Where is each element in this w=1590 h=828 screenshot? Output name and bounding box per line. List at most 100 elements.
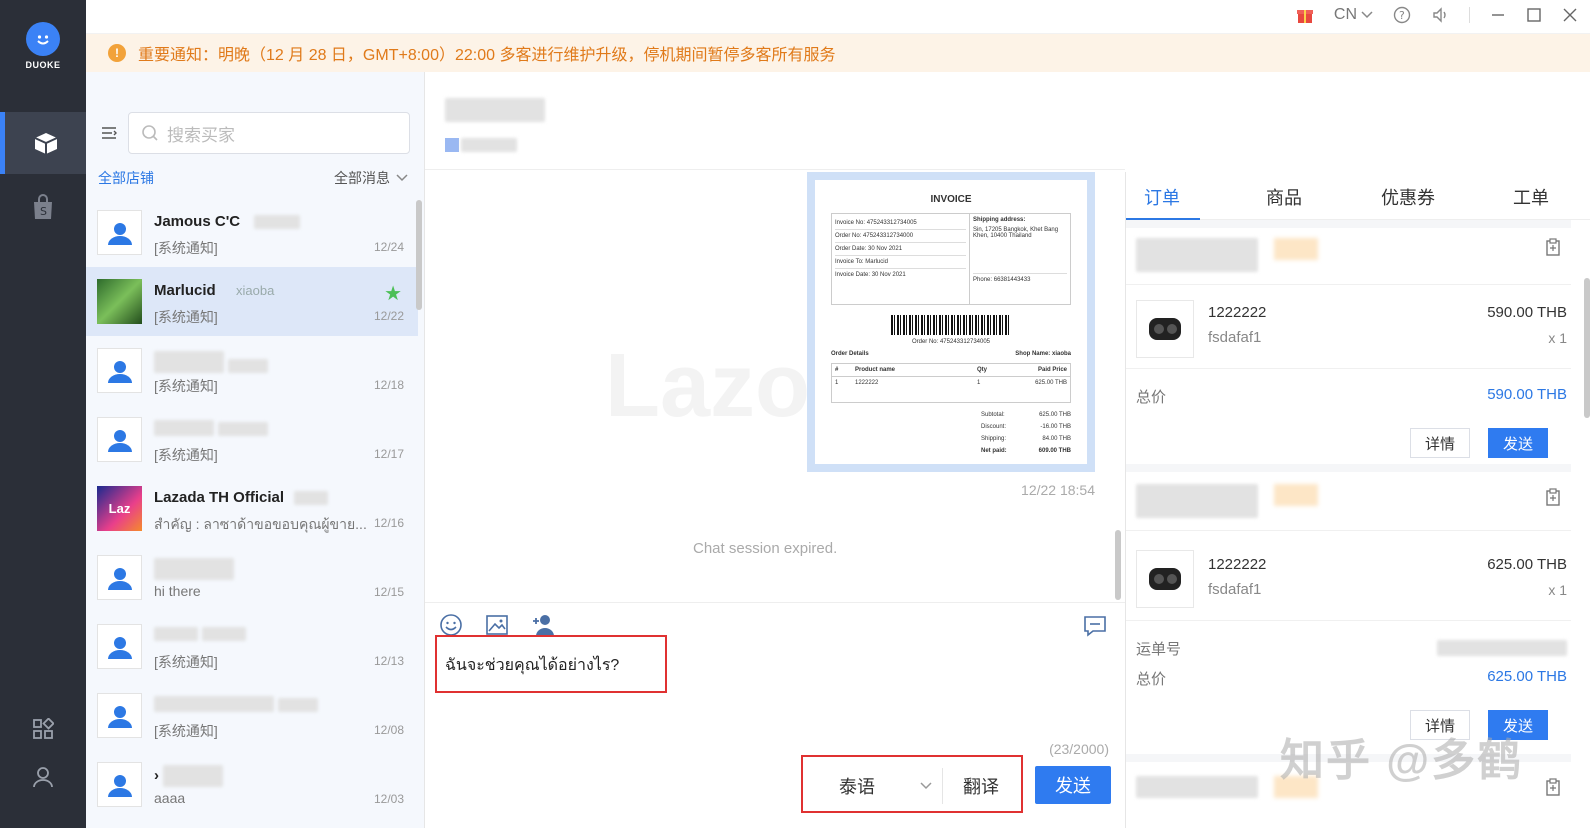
app-logo: DUOKE: [22, 22, 64, 70]
product-name: fsdafaf1: [1208, 581, 1262, 598]
order-send-button[interactable]: 发送: [1488, 428, 1548, 458]
add-contact-icon[interactable]: [531, 613, 557, 637]
store-filter[interactable]: 全部店铺: [98, 168, 154, 188]
send-message-button[interactable]: 发送: [1035, 766, 1111, 804]
conversation-row[interactable]: [系统通知] 12/18: [86, 336, 418, 405]
copy-icon[interactable]: [1545, 238, 1561, 256]
total-label: 总价: [1136, 389, 1167, 406]
avatar: [97, 417, 142, 462]
tab-orders[interactable]: 订单: [1144, 184, 1180, 210]
conversation-row[interactable]: hi there 12/15: [86, 543, 418, 612]
buyer-name: ›: [154, 765, 224, 787]
message-input[interactable]: ฉันจะช่วยคุณได้อย่างไร?: [435, 635, 667, 693]
star-icon[interactable]: ★: [384, 281, 402, 306]
search-placeholder: 搜索买家: [167, 125, 235, 145]
conversation-row[interactable]: Laz Lazada TH Official สำคัญ : ลาซาด้าขอ…: [86, 474, 418, 543]
order-detail-button[interactable]: 详情: [1410, 428, 1470, 458]
message-preview: [系统通知]: [154, 378, 218, 394]
default-user-icon: [107, 360, 132, 383]
conversation-row[interactable]: Marlucid xiaoba ★ [系统通知] 12/22: [86, 267, 418, 336]
total-value: 625.00 THB: [1487, 668, 1567, 685]
buyer-name: Marlucid: [154, 282, 216, 299]
image-icon[interactable]: [485, 613, 509, 637]
message-date: 12/22: [373, 309, 404, 323]
default-user-icon: [107, 429, 132, 452]
chevron-down-icon: [396, 174, 408, 182]
logo-text: DUOKE: [25, 60, 61, 70]
message-date: 12/16: [373, 516, 404, 530]
order-scrollbar[interactable]: [1584, 278, 1590, 418]
message-date: 12/15: [373, 585, 404, 599]
avatar: [97, 555, 142, 600]
avatar: [97, 279, 142, 324]
product-qty: x 1: [1548, 582, 1567, 598]
help-icon[interactable]: ?: [1393, 6, 1411, 24]
rail-chat[interactable]: [0, 112, 86, 174]
chevron-down-icon: [1361, 11, 1373, 19]
sound-icon[interactable]: [1431, 6, 1449, 24]
quick-reply-icon[interactable]: [1083, 615, 1107, 637]
svg-text:S: S: [40, 205, 47, 218]
message-preview: [系统通知]: [154, 447, 218, 463]
product-name: fsdafaf1: [1208, 329, 1262, 346]
order-tabs: 订单 商品 优惠券 工单: [1126, 172, 1590, 220]
maximize-icon[interactable]: [1526, 7, 1542, 23]
conversation-scrollbar[interactable]: [416, 200, 422, 310]
message-date: 12/08: [373, 723, 404, 737]
conversation-row[interactable]: › aaaa 12/03: [86, 750, 418, 819]
product-thumbnail: [1136, 300, 1194, 358]
chat-scrollbar[interactable]: [1115, 530, 1121, 600]
conversation-row[interactable]: [系统通知] 12/17: [86, 405, 418, 474]
avatar: [97, 693, 142, 738]
message-preview: hi there: [154, 583, 201, 599]
language-value: 泰语: [839, 777, 875, 797]
message-date: 12/24: [373, 240, 404, 254]
barcode: [891, 315, 1011, 335]
buyer-search-input[interactable]: 搜索买家: [128, 112, 410, 154]
gift-icon[interactable]: [1296, 6, 1314, 24]
conversation-row[interactable]: Jamous C'C [系统通知] 12/24: [86, 198, 418, 267]
apps-grid-icon: [33, 718, 54, 739]
tab-products[interactable]: 商品: [1266, 184, 1302, 210]
avatar: [97, 348, 142, 393]
rail-profile[interactable]: [0, 746, 86, 808]
invoice-image-message[interactable]: INVOICE Invoice No: 475243312734005 Orde…: [807, 172, 1095, 472]
product-qty: x 1: [1548, 330, 1567, 346]
product-price: 590.00 THB: [1487, 304, 1567, 321]
product-id: 1222222: [1208, 304, 1267, 321]
copy-icon[interactable]: [1545, 488, 1561, 506]
message-composer: ฉันจะช่วยคุณได้อย่างไร? (23/2000) 泰语 翻译 …: [425, 602, 1125, 828]
message-date: 12/17: [373, 447, 404, 461]
product-price: 625.00 THB: [1487, 556, 1567, 573]
logo-icon: [26, 22, 60, 56]
minimize-icon[interactable]: [1490, 7, 1506, 23]
tab-coupons[interactable]: 优惠券: [1381, 184, 1435, 210]
message-preview: สำคัญ : ลาซาด้าขอขอบคุณผู้ขาย...: [154, 516, 367, 532]
earbuds-image: [1149, 318, 1181, 340]
conversation-panel: 搜索买家 全部店铺 全部消息 Jamous C'C [系统通知] 12/24 M…: [86, 72, 425, 828]
session-expired-text: Chat session expired.: [693, 540, 838, 557]
invoice-items-table: # Product name Qty Paid Price 1 1222222 1 625.…: [831, 363, 1071, 403]
message-date: 12/13: [373, 654, 404, 668]
message-filter[interactable]: 全部消息: [334, 168, 408, 188]
tab-tickets[interactable]: 工单: [1513, 184, 1549, 210]
target-language-select[interactable]: 泰语: [825, 768, 943, 804]
buyer-name-blurred: [154, 351, 269, 377]
rail-shop[interactable]: S: [0, 176, 86, 238]
chat-box-icon: [34, 133, 57, 154]
copy-icon[interactable]: [1545, 778, 1561, 796]
message-preview: [系统通知]: [154, 309, 218, 325]
language-switch[interactable]: CN: [1334, 6, 1373, 24]
translate-button[interactable]: 翻译: [943, 768, 1019, 804]
menu-icon[interactable]: [100, 124, 118, 142]
conversation-row[interactable]: [系统通知] 12/08: [86, 681, 418, 750]
default-user-icon: [107, 636, 132, 659]
emoji-icon[interactable]: [439, 613, 463, 637]
close-icon[interactable]: [1562, 7, 1578, 23]
order-card: 1222222 fsdafaf1 625.00 THB x 1 运单号 总价 6…: [1126, 472, 1571, 752]
buyer-name: Lazada TH Official: [154, 489, 329, 506]
zhihu-watermark: 知乎 @多鹤: [1280, 736, 1524, 785]
chat-panel: Lazo INVOICE Invoice No: 475243312734005…: [425, 72, 1125, 828]
maintenance-notice: ! 重要通知：明晚（12 月 28 日，GMT+8:00）22:00 多客进行维…: [86, 34, 1590, 72]
conversation-row[interactable]: [系统通知] 12/13: [86, 612, 418, 681]
